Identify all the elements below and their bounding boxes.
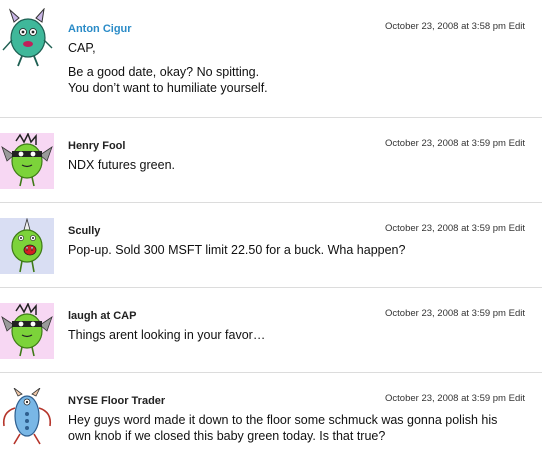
comment-date: October 23, 2008 at 3:59 pm bbox=[385, 393, 506, 404]
green-bat-monster-avatar-icon bbox=[0, 133, 54, 189]
comment-date: October 23, 2008 at 3:59 pm bbox=[385, 138, 506, 149]
comment-paragraph: CAP, bbox=[68, 41, 96, 55]
comment-item: NYSE Floor Trader October 23, 2008 at 3:… bbox=[0, 372, 542, 465]
comment-date: October 23, 2008 at 3:59 pm bbox=[385, 308, 506, 319]
avatar[interactable] bbox=[0, 8, 54, 68]
comment-body: Things arent looking in your favor… bbox=[68, 327, 530, 343]
avatar[interactable] bbox=[0, 303, 54, 359]
green-bat-monster-avatar-icon bbox=[0, 303, 54, 359]
comment-meta: October 23, 2008 at 3:59 pm Edit bbox=[385, 223, 525, 235]
comment-author: laugh at CAP bbox=[68, 310, 137, 322]
comment-paragraph: Be a good date, okay? No spitting. You d… bbox=[68, 64, 530, 96]
edit-link[interactable]: Edit bbox=[509, 223, 525, 234]
comment-meta: October 23, 2008 at 3:58 pm Edit bbox=[385, 21, 525, 33]
avatar[interactable] bbox=[0, 133, 54, 189]
comment-author: Scully bbox=[68, 225, 101, 237]
comment-author: NYSE Floor Trader bbox=[68, 395, 166, 407]
comment-date: October 23, 2008 at 3:59 pm bbox=[385, 223, 506, 234]
comment-line: Be a good date, okay? No spitting. bbox=[68, 65, 260, 79]
comment-paragraph: Hey guys word made it down to the floor … bbox=[68, 413, 498, 443]
divider bbox=[0, 202, 542, 203]
comment-paragraph: Pop-up. Sold 300 MSFT limit 22.50 for a … bbox=[68, 243, 406, 257]
comment-meta: October 23, 2008 at 3:59 pm Edit bbox=[385, 308, 525, 320]
comment-paragraph: Things arent looking in your favor… bbox=[68, 328, 266, 342]
comment-meta: October 23, 2008 at 3:59 pm Edit bbox=[385, 138, 525, 150]
comment-body: NDX futures green. bbox=[68, 157, 530, 173]
comment-date: October 23, 2008 at 3:58 pm bbox=[385, 21, 506, 32]
comment-body: Hey guys word made it down to the floor … bbox=[68, 412, 504, 444]
comment-item: laugh at CAP October 23, 2008 at 3:59 pm… bbox=[0, 287, 542, 373]
divider bbox=[0, 287, 542, 288]
edit-link[interactable]: Edit bbox=[509, 138, 525, 149]
comment-meta: October 23, 2008 at 3:59 pm Edit bbox=[385, 393, 525, 405]
comment-item: Anton Cigur October 23, 2008 at 3:58 pm … bbox=[0, 0, 542, 118]
avatar[interactable] bbox=[0, 388, 54, 448]
teal-monster-avatar-icon bbox=[0, 8, 54, 68]
blue-bug-monster-avatar-icon bbox=[0, 388, 54, 448]
edit-link[interactable]: Edit bbox=[509, 308, 525, 319]
comment-author-link[interactable]: Anton Cigur bbox=[68, 22, 132, 36]
edit-link[interactable]: Edit bbox=[509, 393, 525, 404]
comment-paragraph: NDX futures green. bbox=[68, 158, 175, 172]
comment-item: Scully October 23, 2008 at 3:59 pm Edit … bbox=[0, 202, 542, 288]
avatar[interactable] bbox=[0, 218, 54, 274]
comment-line: You don’t want to humiliate yourself. bbox=[68, 81, 268, 95]
comment-body: Pop-up. Sold 300 MSFT limit 22.50 for a … bbox=[68, 242, 530, 258]
comment-body: CAP, Be a good date, okay? No spitting. … bbox=[68, 40, 530, 96]
comment-author: Henry Fool bbox=[68, 140, 126, 152]
comment-item: Henry Fool October 23, 2008 at 3:59 pm E… bbox=[0, 117, 542, 203]
edit-link[interactable]: Edit bbox=[509, 21, 525, 32]
divider bbox=[0, 117, 542, 118]
green-horned-monster-avatar-icon bbox=[0, 218, 54, 274]
divider bbox=[0, 372, 542, 373]
